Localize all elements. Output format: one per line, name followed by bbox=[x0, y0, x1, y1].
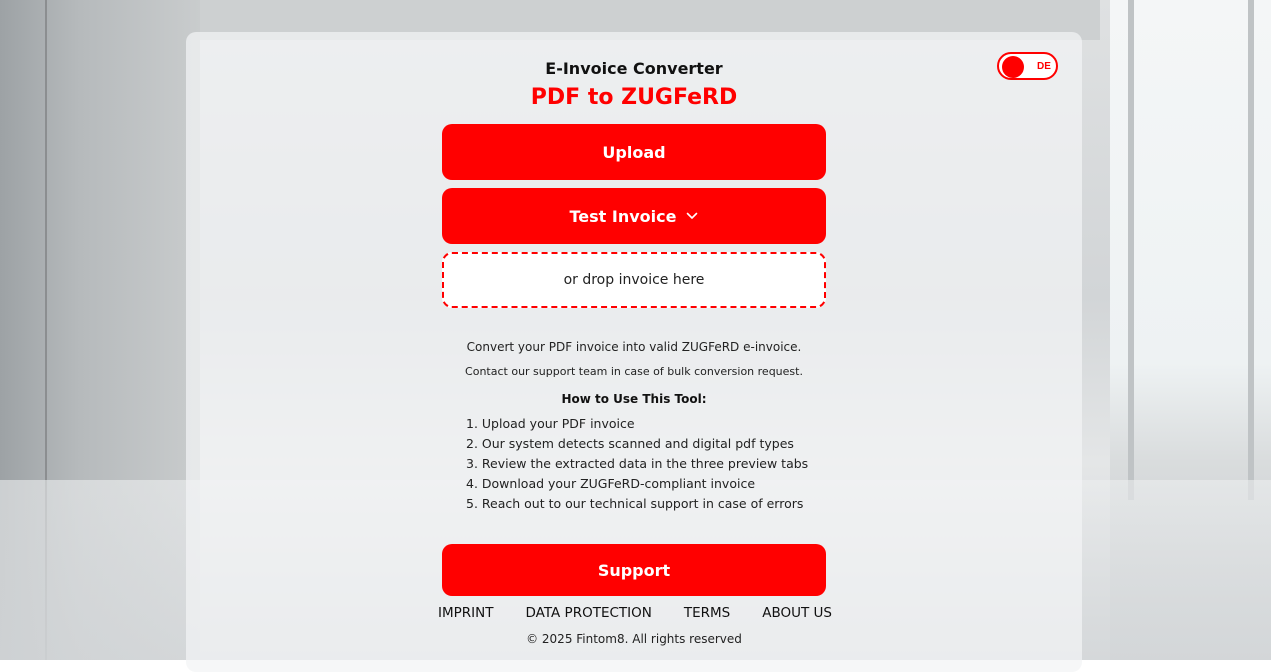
howto-step: 3. Review the extracted data in the thre… bbox=[466, 456, 809, 471]
howto-step: 2. Our system detects scanned and digita… bbox=[466, 436, 794, 451]
page-subtitle: PDF to ZUGFeRD bbox=[530, 85, 738, 110]
chevron-down-icon bbox=[687, 212, 698, 219]
support-button[interactable]: Support bbox=[442, 544, 826, 596]
upload-button[interactable]: Upload bbox=[442, 124, 826, 180]
howto-steps: 1. Upload your PDF invoice 2. Our system… bbox=[466, 414, 836, 514]
invoice-dropzone[interactable]: or drop invoice here bbox=[442, 252, 826, 308]
dropzone-text: or drop invoice here bbox=[563, 272, 705, 288]
toggle-knob bbox=[1002, 56, 1024, 78]
footer-link-data-protection[interactable]: DATA PROTECTION bbox=[525, 605, 651, 621]
footer-nav: IMPRINT DATA PROTECTION TERMS ABOUT US bbox=[420, 605, 850, 621]
support-button-label: Support bbox=[597, 560, 671, 580]
footer-link-about-us[interactable]: ABOUT US bbox=[762, 605, 832, 621]
howto-step: 5. Reach out to our technical support in… bbox=[466, 496, 804, 511]
howto-heading: How to Use This Tool: bbox=[561, 392, 707, 406]
footer-link-imprint[interactable]: IMPRINT bbox=[438, 605, 493, 621]
upload-button-label: Upload bbox=[602, 142, 666, 162]
language-toggle[interactable]: DE bbox=[997, 52, 1058, 80]
bulk-contact-note: Contact our support team in case of bulk… bbox=[465, 365, 803, 378]
footer-link-terms[interactable]: TERMS bbox=[684, 605, 730, 621]
page-title: E-Invoice Converter bbox=[545, 59, 723, 78]
tool-description: Convert your PDF invoice into valid ZUGF… bbox=[466, 340, 802, 354]
background-mullion bbox=[1128, 0, 1134, 500]
copyright-text: © 2025 Fintom8. All rights reserved bbox=[526, 632, 742, 646]
background-mullion bbox=[1248, 0, 1254, 500]
howto-step: 1. Upload your PDF invoice bbox=[466, 416, 635, 431]
language-label: DE bbox=[1037, 61, 1051, 72]
test-invoice-label: Test Invoice bbox=[569, 206, 677, 226]
test-invoice-button[interactable]: Test Invoice bbox=[442, 188, 826, 244]
howto-step: 4. Download your ZUGFeRD-compliant invoi… bbox=[466, 476, 756, 491]
